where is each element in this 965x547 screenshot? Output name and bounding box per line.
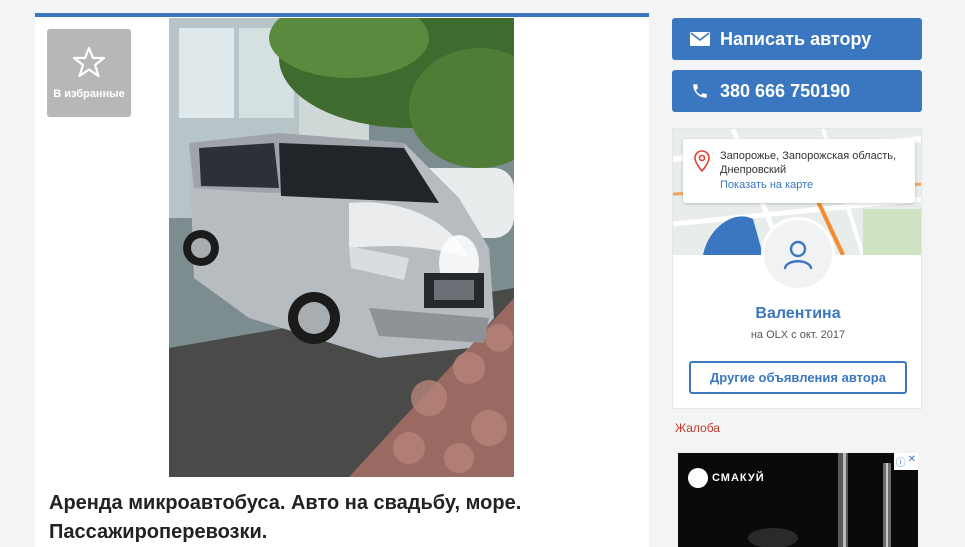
listing-photo[interactable] <box>169 18 514 477</box>
location-address: Запорожье, Запорожская область, Днепровс… <box>720 150 897 176</box>
listing-card: В избранные Аренда микроавтобуса. Авто н… <box>35 13 649 547</box>
seller-member-since: на OLX с окт. 2017 <box>750 329 846 341</box>
location-box: Запорожье, Запорожская область, Днепровс… <box>683 139 915 203</box>
seller-name[interactable]: Валентина <box>673 305 921 323</box>
show-on-map-link[interactable]: Показать на карте <box>720 179 813 191</box>
phone-icon <box>680 82 720 100</box>
ad-info-icon[interactable]: ⓘ <box>896 454 906 469</box>
ad-controls: ⓘ ✕ <box>893 453 918 470</box>
ad-close-icon[interactable]: ✕ <box>908 454 916 469</box>
add-to-favorites-button[interactable]: В избранные <box>47 29 131 117</box>
show-phone-button[interactable]: 380 666 750190 <box>672 70 922 112</box>
message-author-button[interactable]: Написать автору <box>672 18 922 60</box>
advertisement-banner[interactable]: СМАКУЙ ⓘ ✕ <box>678 453 918 547</box>
location-pin-icon <box>694 150 710 172</box>
favorites-label: В избранные <box>53 88 125 100</box>
complaint-link[interactable]: Жалоба <box>675 421 720 435</box>
brand-logo-icon <box>688 468 708 488</box>
ad-brand: СМАКУЙ <box>688 468 765 488</box>
avatar <box>761 217 835 291</box>
listing-title: Аренда микроавтобуса. Авто на свадьбу, м… <box>49 492 522 543</box>
user-icon <box>783 240 813 270</box>
other-ads-button[interactable]: Другие объявления автора <box>689 361 907 394</box>
seller-card: Запорожье, Запорожская область, Днепровс… <box>672 128 922 409</box>
envelope-icon <box>680 32 720 46</box>
message-author-label: Написать автору <box>720 28 872 49</box>
star-icon <box>73 46 105 78</box>
ad-brand-name: СМАКУЙ <box>712 472 765 484</box>
phone-number: 380 666 750190 <box>720 80 851 101</box>
